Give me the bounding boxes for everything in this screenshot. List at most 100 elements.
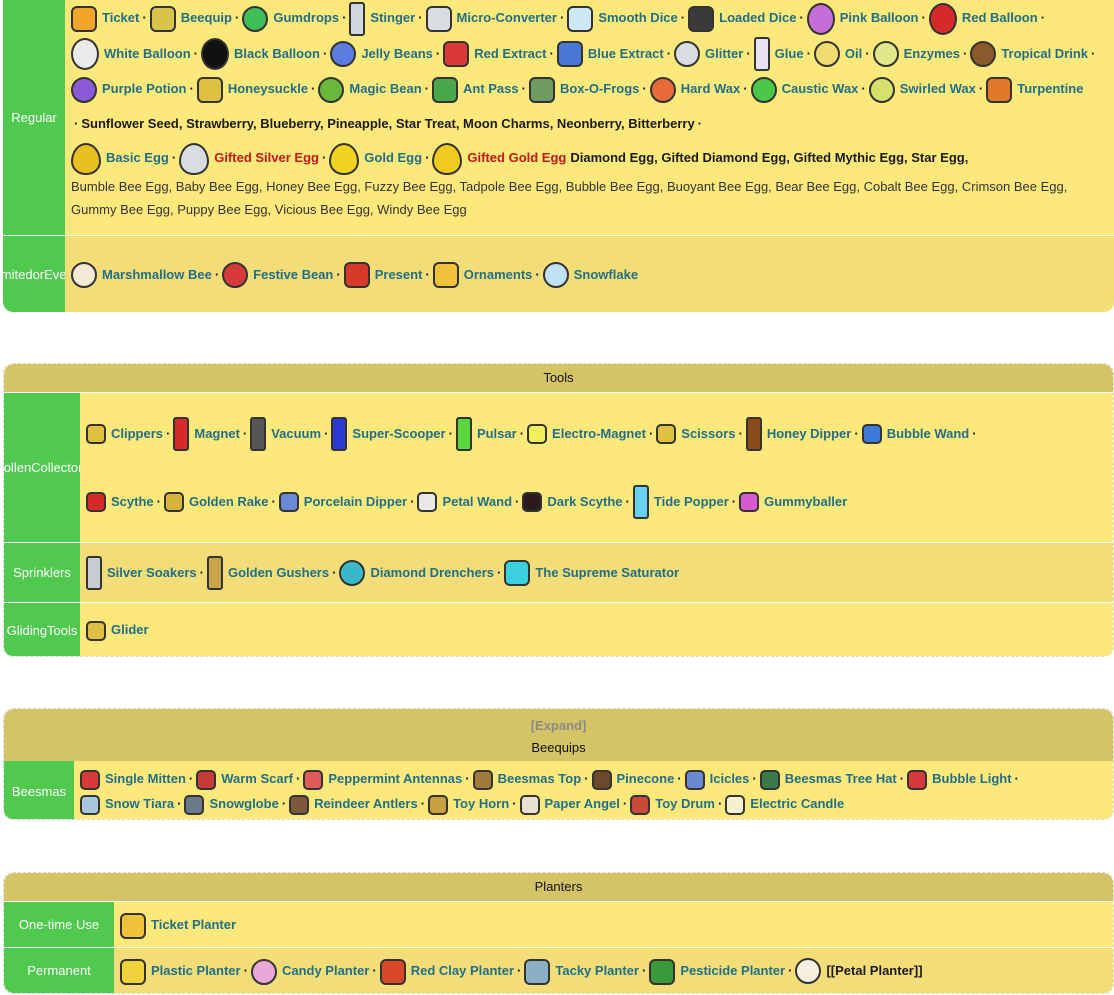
item-oil[interactable]: Oil <box>813 36 862 71</box>
item-toy-horn[interactable]: Toy Horn <box>428 791 509 816</box>
item-label[interactable]: Icicles <box>710 771 750 786</box>
item-jelly-beans[interactable]: Jelly Beans <box>330 36 433 71</box>
item-label[interactable]: Turpentine <box>1017 81 1083 96</box>
item-reindeer-antlers[interactable]: Reindeer Antlers <box>289 791 418 816</box>
item-label[interactable]: Caustic Wax <box>782 81 859 96</box>
item-gifted-gold-egg[interactable]: Gifted Gold Egg <box>432 141 566 175</box>
item-scissors[interactable]: Scissors <box>656 400 735 468</box>
item-beesmas-top[interactable]: Beesmas Top <box>472 766 582 791</box>
item-label[interactable]: Red Clay Planter <box>411 963 514 978</box>
item-label[interactable]: Snowflake <box>574 267 638 282</box>
item-pulsar[interactable]: Pulsar <box>455 400 517 468</box>
item-label[interactable]: Candy Planter <box>282 963 369 978</box>
item-gummyballer[interactable]: Gummyballer <box>739 468 847 536</box>
item-gumdrops[interactable]: Gumdrops <box>242 0 339 35</box>
item-marshmallow-bee[interactable]: Marshmallow Bee <box>71 257 212 292</box>
item-label[interactable]: Loaded Dice <box>719 10 796 25</box>
item-scythe[interactable]: Scythe <box>86 468 154 536</box>
item-stinger[interactable]: Stinger <box>349 0 415 36</box>
item-label[interactable]: Swirled Wax <box>900 81 976 96</box>
item-label[interactable]: Stinger <box>370 10 415 25</box>
item-bubble-wand[interactable]: Bubble Wand <box>861 400 969 468</box>
item-ticket[interactable]: Ticket <box>71 0 139 35</box>
item-label[interactable]: Marshmallow Bee <box>102 267 212 282</box>
item-label[interactable]: Plastic Planter <box>151 963 241 978</box>
item-label[interactable]: Vacuum <box>271 426 321 441</box>
item-glider[interactable]: Glider <box>86 610 149 650</box>
item-tide-popper[interactable]: Tide Popper <box>632 468 729 536</box>
item-single-mitten[interactable]: Single Mitten <box>80 766 186 791</box>
item-black-balloon[interactable]: Black Balloon <box>201 36 320 71</box>
item-label[interactable]: Magic Bean <box>349 81 421 96</box>
item-label[interactable]: Tacky Planter <box>555 963 639 978</box>
item-label[interactable]: Diamond Drenchers <box>370 565 494 580</box>
item-snowflake[interactable]: Snowflake <box>542 257 638 292</box>
item-petal-wand[interactable]: Petal Wand <box>417 468 512 536</box>
item-glue[interactable]: Glue <box>753 36 804 72</box>
item-super-scooper[interactable]: Super-Scooper <box>331 400 446 468</box>
item-tacky-planter[interactable]: Tacky Planter <box>524 953 639 988</box>
item-honey-dipper[interactable]: Honey Dipper <box>745 400 851 468</box>
item-label[interactable]: Glue <box>775 46 804 61</box>
item-gold-egg[interactable]: Gold Egg <box>329 141 422 175</box>
item-label[interactable]: Pinecone <box>617 771 675 786</box>
item-label[interactable]: Pesticide Planter <box>680 963 785 978</box>
item-label[interactable]: Ant Pass <box>463 81 519 96</box>
item-porcelain-dipper[interactable]: Porcelain Dipper <box>278 468 407 536</box>
item-label[interactable]: Warm Scarf <box>221 771 293 786</box>
item-label[interactable]: Black Balloon <box>234 46 320 61</box>
item-label[interactable]: Scissors <box>681 426 735 441</box>
item-label[interactable]: Paper Angel <box>545 796 620 811</box>
item-icicles[interactable]: Icicles <box>684 766 750 791</box>
item-candy-planter[interactable]: Candy Planter <box>250 953 369 988</box>
item-label[interactable]: Magnet <box>194 426 240 441</box>
item-label[interactable]: Red Extract <box>474 46 546 61</box>
item-honeysuckle[interactable]: Honeysuckle <box>196 71 308 106</box>
item-label[interactable]: Enzymes <box>904 46 960 61</box>
item-label[interactable]: The Supreme Saturator <box>535 565 679 580</box>
item-label[interactable]: Beesmas Tree Hat <box>785 771 897 786</box>
item-label[interactable]: Pink Balloon <box>840 10 919 25</box>
item-magnet[interactable]: Magnet <box>173 400 240 468</box>
item-red-balloon[interactable]: Red Balloon <box>928 0 1038 35</box>
item-clippers[interactable]: Clippers <box>86 400 163 468</box>
item-label[interactable]: Ornaments <box>464 267 533 282</box>
item-ticket-planter[interactable]: Ticket Planter <box>120 907 236 942</box>
item-label[interactable]: Gifted Gold Egg <box>467 150 566 165</box>
item-label[interactable]: Bubble Light <box>932 771 1011 786</box>
item-label[interactable]: Micro-Converter <box>457 10 557 25</box>
item-label[interactable]: Ticket Planter <box>151 917 236 932</box>
item-label[interactable]: Golden Rake <box>189 494 268 509</box>
item-label[interactable]: Jelly Beans <box>361 46 433 61</box>
item-label[interactable]: Silver Soakers <box>107 565 197 580</box>
item-label[interactable]: White Balloon <box>104 46 191 61</box>
item-label[interactable]: Box-O-Frogs <box>560 81 639 96</box>
item-micro-converter[interactable]: Micro-Converter <box>425 0 557 35</box>
item-label[interactable]: Reindeer Antlers <box>314 796 418 811</box>
item-purple-potion[interactable]: Purple Potion <box>71 71 187 106</box>
item-label[interactable]: Beesmas Top <box>498 771 582 786</box>
item-turpentine[interactable]: Turpentine <box>986 71 1083 106</box>
item-box-o-frogs[interactable]: Box-O-Frogs <box>528 71 639 106</box>
item-label[interactable]: Beequip <box>181 10 232 25</box>
item-label[interactable]: Festive Bean <box>253 267 333 282</box>
item-pinecone[interactable]: Pinecone <box>591 766 675 791</box>
item-label[interactable]: Red Balloon <box>962 10 1038 25</box>
item-label[interactable]: Gumdrops <box>273 10 339 25</box>
item-smooth-dice[interactable]: Smooth Dice <box>567 0 678 35</box>
item-label[interactable]: Toy Horn <box>453 796 509 811</box>
item-label[interactable]: Present <box>375 267 423 282</box>
item-ant-pass[interactable]: Ant Pass <box>431 71 519 106</box>
item-label[interactable]: Tide Popper <box>654 494 729 509</box>
item-label[interactable]: Purple Potion <box>102 81 187 96</box>
item-label[interactable]: Single Mitten <box>105 771 186 786</box>
item-magic-bean[interactable]: Magic Bean <box>318 71 422 106</box>
item-loaded-dice[interactable]: Loaded Dice <box>688 0 796 35</box>
item-label[interactable]: Scythe <box>111 494 154 509</box>
item-tropical-drink[interactable]: Tropical Drink <box>970 36 1088 71</box>
item-toy-drum[interactable]: Toy Drum <box>630 791 715 816</box>
item-plastic-planter[interactable]: Plastic Planter <box>120 953 241 988</box>
item-label[interactable]: Glider <box>111 622 149 637</box>
item-pesticide-planter[interactable]: Pesticide Planter <box>649 953 785 988</box>
item-diamond-drenchers[interactable]: Diamond Drenchers <box>339 553 494 593</box>
